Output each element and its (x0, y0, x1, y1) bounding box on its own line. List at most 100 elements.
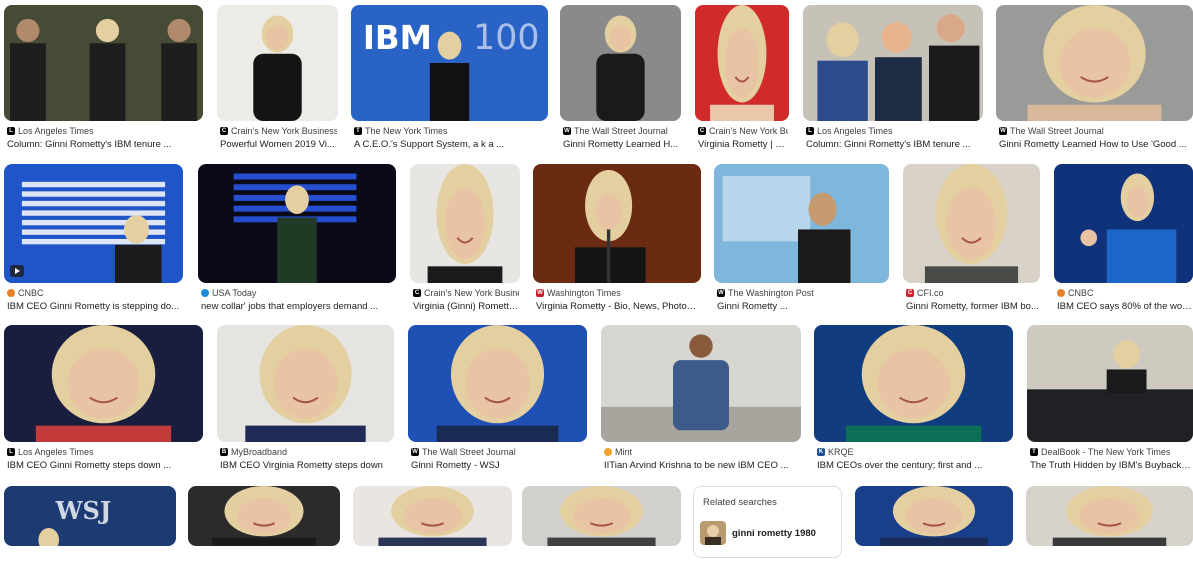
image-result-source[interactable]: CCrain's New York Busine... (413, 288, 519, 298)
image-result-thumbnail[interactable] (714, 164, 889, 283)
image-result-card[interactable]: C CFI.co Ginni Rometty, former IBM bo... (903, 164, 1040, 323)
image-result-thumbnail[interactable] (217, 5, 338, 121)
image-result-card[interactable]: K KRQE IBM CEOs over the century; first an… (814, 325, 1013, 482)
source-name: The Wall Street Journal (422, 447, 516, 457)
image-result-card[interactable] (855, 486, 1013, 586)
image-result-title[interactable]: IBM CEO Ginni Rometty steps down ... (7, 460, 202, 471)
source-favicon-icon: C (906, 289, 914, 297)
image-result-card[interactable]: T DealBook - The New York Times The Truth … (1027, 325, 1193, 482)
image-result-source[interactable]: W The Wall Street Journal (411, 447, 586, 457)
image-result-source[interactable]: CNBC (7, 288, 182, 298)
image-result-title[interactable]: IBM CEO says 80% of the world's ... (1057, 301, 1192, 312)
image-result-title[interactable]: Powerful Women 2019 Vi... (220, 139, 337, 150)
image-result-card[interactable]: IBM 100 T The New York Times A C.E.O.'s Supp… (351, 5, 548, 161)
image-result-card[interactable] (522, 486, 681, 586)
image-result-source[interactable]: W The Washington Post (717, 288, 888, 298)
image-result-thumbnail[interactable] (695, 5, 789, 121)
image-result-thumbnail[interactable] (217, 325, 394, 442)
image-result-card[interactable]: L Los Angeles Times Column: Ginni Rometty'… (803, 5, 983, 161)
image-result-thumbnail[interactable] (855, 486, 1013, 546)
image-result-card[interactable]: L Los Angeles Times IBM CEO Ginni Rometty … (4, 325, 203, 482)
image-result-title[interactable]: Column: Ginni Rometty's IBM tenure ... (7, 139, 202, 150)
image-result-card[interactable]: W The Washington Post Ginni Rometty ... (714, 164, 889, 323)
image-result-thumbnail[interactable] (4, 325, 203, 442)
image-result-title[interactable]: Virginia (Ginni) Rometti ... (413, 301, 519, 312)
image-result-title[interactable]: Ginni Rometty - WSJ (411, 460, 586, 471)
image-result-card[interactable]: W Washington Times Virginia Rometty - Bio,… (533, 164, 701, 323)
image-result-card[interactable]: L Los Angeles Times Column: Ginni Rometty'… (4, 5, 203, 161)
image-result-card[interactable]: CNBC IBM CEO says 80% of the world's ... (1054, 164, 1193, 323)
image-result-card[interactable]: W The Wall Street Journal Ginni Rometty Le… (560, 5, 681, 161)
image-result-title[interactable]: IBM CEO Virginia Rometty steps down (220, 460, 393, 471)
image-result-source[interactable]: C CFI.co (906, 288, 1039, 298)
image-result-source[interactable]: L Los Angeles Times (7, 126, 202, 136)
image-result-card[interactable] (188, 486, 340, 586)
image-result-title[interactable]: Ginni Rometty, former IBM bo... (906, 301, 1039, 312)
image-result-title[interactable]: Ginni Rometty Learned H... (563, 139, 680, 150)
image-result-card[interactable]: W The Wall Street Journal Ginni Rometty - … (408, 325, 587, 482)
source-favicon-icon: B (220, 448, 228, 456)
image-result-card[interactable]: W The Wall Street Journal Ginni Rometty Le… (996, 5, 1193, 161)
image-result-card[interactable]: CCrain's New York Busine... Virginia (Gin… (410, 164, 520, 323)
image-result-title[interactable]: The Truth Hidden by IBM's Buybacks ... (1030, 460, 1192, 471)
image-result-source[interactable]: L Los Angeles Times (7, 447, 202, 457)
image-result-thumbnail[interactable] (188, 486, 340, 546)
image-result-thumbnail[interactable] (996, 5, 1193, 121)
image-result-thumbnail[interactable] (4, 164, 183, 283)
source-name: The Washington Post (728, 288, 814, 298)
image-result-card[interactable]: WSJ (4, 486, 176, 586)
image-result-card[interactable] (1026, 486, 1193, 586)
image-result-source[interactable]: CCrain's New York Bu... (698, 126, 788, 136)
image-result-title[interactable]: Virginia Rometty | C... (698, 139, 788, 150)
image-result-thumbnail[interactable] (1026, 486, 1193, 546)
image-result-source[interactable]: L Los Angeles Times (806, 126, 982, 136)
image-result-card[interactable]: CCrain's New York Bu... Virginia Rometty … (695, 5, 789, 161)
image-result-source[interactable]: W The Wall Street Journal (563, 126, 680, 136)
source-name: CNBC (1068, 288, 1094, 298)
image-result-source[interactable]: K KRQE (817, 447, 1012, 457)
image-result-thumbnail[interactable] (410, 164, 520, 283)
image-result-source[interactable]: C Crain's New York Business (220, 126, 337, 136)
image-result-thumbnail[interactable] (1027, 325, 1193, 442)
image-result-card[interactable]: C Crain's New York Business Powerful Women… (217, 5, 338, 161)
image-result-title[interactable]: Ginni Rometty ... (717, 301, 888, 312)
image-result-title[interactable]: Ginni Rometty Learned How to Use 'Good .… (999, 139, 1192, 150)
image-result-title[interactable]: IBM CEO Ginni Rometty is stepping do... (7, 301, 182, 312)
image-result-card[interactable]: Mint IITian Arvind Krishna to be new IBM … (601, 325, 801, 482)
image-result-thumbnail[interactable] (198, 164, 396, 283)
image-result-thumbnail[interactable]: WSJ (4, 486, 176, 546)
image-result-thumbnail[interactable] (903, 164, 1040, 283)
image-result-thumbnail[interactable] (522, 486, 681, 546)
image-result-thumbnail[interactable] (353, 486, 512, 546)
image-result-card[interactable] (353, 486, 512, 586)
image-result-title[interactable]: IBM CEOs over the century; first and ... (817, 460, 1012, 471)
image-result-thumbnail[interactable] (601, 325, 801, 442)
image-result-source[interactable]: T DealBook - The New York Times (1030, 447, 1192, 457)
image-result-thumbnail[interactable]: IBM 100 (351, 5, 548, 121)
image-result-thumbnail[interactable] (1054, 164, 1193, 283)
image-result-source[interactable]: B MyBroadband (220, 447, 393, 457)
image-result-source[interactable]: USA Today (201, 288, 395, 298)
image-result-title[interactable]: A C.E.O.'s Support System, a k a ... (354, 139, 547, 150)
image-result-source[interactable]: W Washington Times (536, 288, 700, 298)
image-result-thumbnail[interactable] (4, 5, 203, 121)
source-favicon-icon: T (1030, 448, 1038, 456)
image-result-source[interactable]: T The New York Times (354, 126, 547, 136)
image-result-title[interactable]: Virginia Rometty - Bio, News, Photos ... (536, 301, 700, 312)
related-searches-card[interactable]: Related searches ginni rometty 1980 (693, 486, 842, 558)
image-result-thumbnail[interactable] (533, 164, 701, 283)
image-result-title[interactable]: new collar' jobs that employers demand .… (201, 301, 395, 312)
image-result-card[interactable]: USA Today new collar' jobs that employers… (198, 164, 396, 323)
image-result-title[interactable]: IITian Arvind Krishna to be new IBM CEO … (604, 460, 800, 471)
image-result-card[interactable]: CNBC IBM CEO Ginni Rometty is stepping do… (4, 164, 183, 323)
related-search-item[interactable]: ginni rometty 1980 (700, 521, 816, 545)
image-result-source[interactable]: Mint (604, 447, 800, 457)
image-result-title[interactable]: Column: Ginni Rometty's IBM tenure ... (806, 139, 982, 150)
image-result-thumbnail[interactable] (814, 325, 1013, 442)
image-result-thumbnail[interactable] (560, 5, 681, 121)
image-result-source[interactable]: W The Wall Street Journal (999, 126, 1192, 136)
image-result-thumbnail[interactable] (803, 5, 983, 121)
image-result-thumbnail[interactable] (408, 325, 587, 442)
image-result-card[interactable]: B MyBroadband IBM CEO Virginia Rometty ste… (217, 325, 394, 482)
image-result-source[interactable]: CNBC (1057, 288, 1192, 298)
